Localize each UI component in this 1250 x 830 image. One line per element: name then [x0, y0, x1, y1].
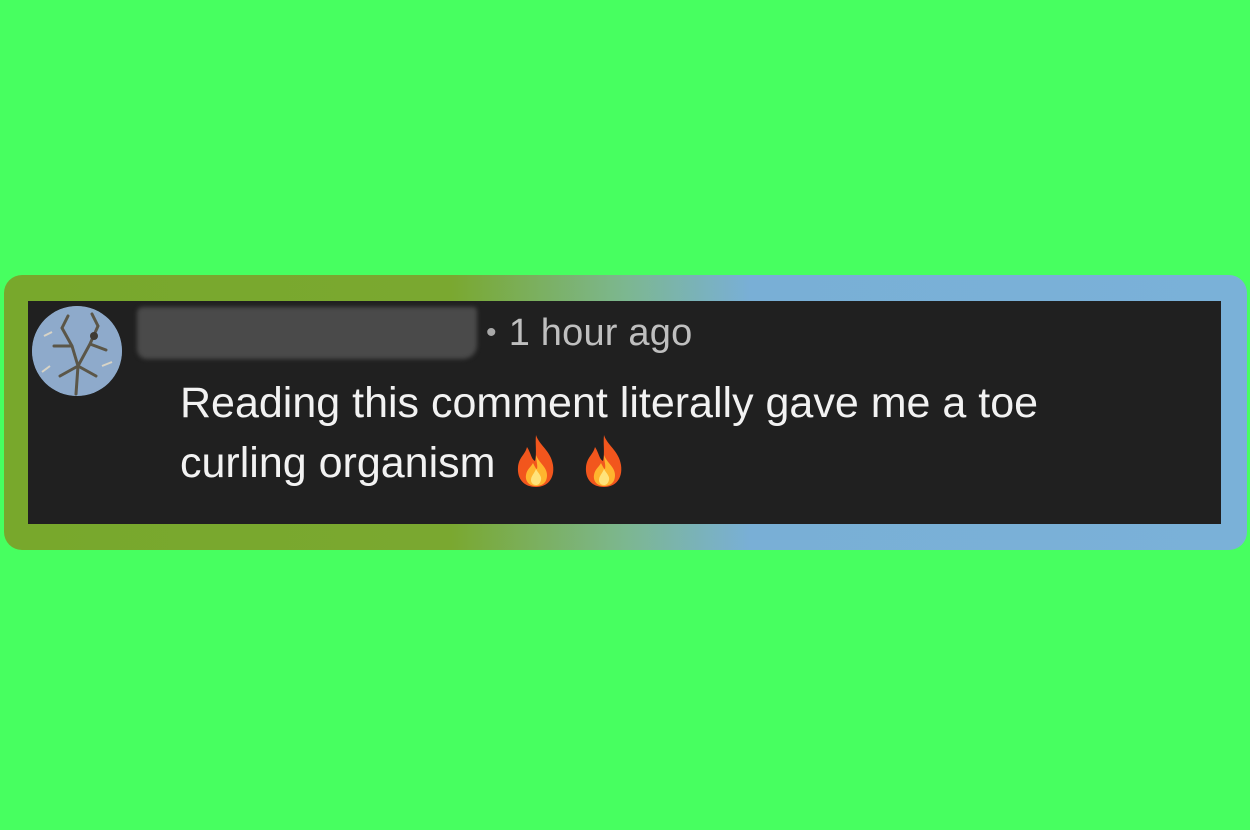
comment-text-line-2-words: curling organism: [180, 439, 496, 487]
comment-text-line-2: curling organism: [180, 433, 1221, 493]
fire-emoji-icon: [518, 435, 554, 487]
comment-text: Reading this comment literally gave me a…: [180, 373, 1221, 493]
comment-text-line-1: Reading this comment literally gave me a…: [180, 379, 1039, 427]
meta-separator: •: [486, 316, 497, 349]
fire-emoji-icon: [586, 435, 622, 487]
comment-meta: • 1 hour ago: [486, 307, 692, 359]
comment-card: • 1 hour ago Reading this comment litera…: [28, 301, 1221, 524]
comment-frame: • 1 hour ago Reading this comment litera…: [4, 275, 1247, 550]
avatar-image: [32, 306, 122, 396]
avatar[interactable]: [32, 306, 122, 396]
timestamp: 1 hour ago: [508, 311, 693, 354]
redacted-username: [137, 307, 477, 359]
screenshot-canvas: • 1 hour ago Reading this comment litera…: [0, 0, 1250, 830]
